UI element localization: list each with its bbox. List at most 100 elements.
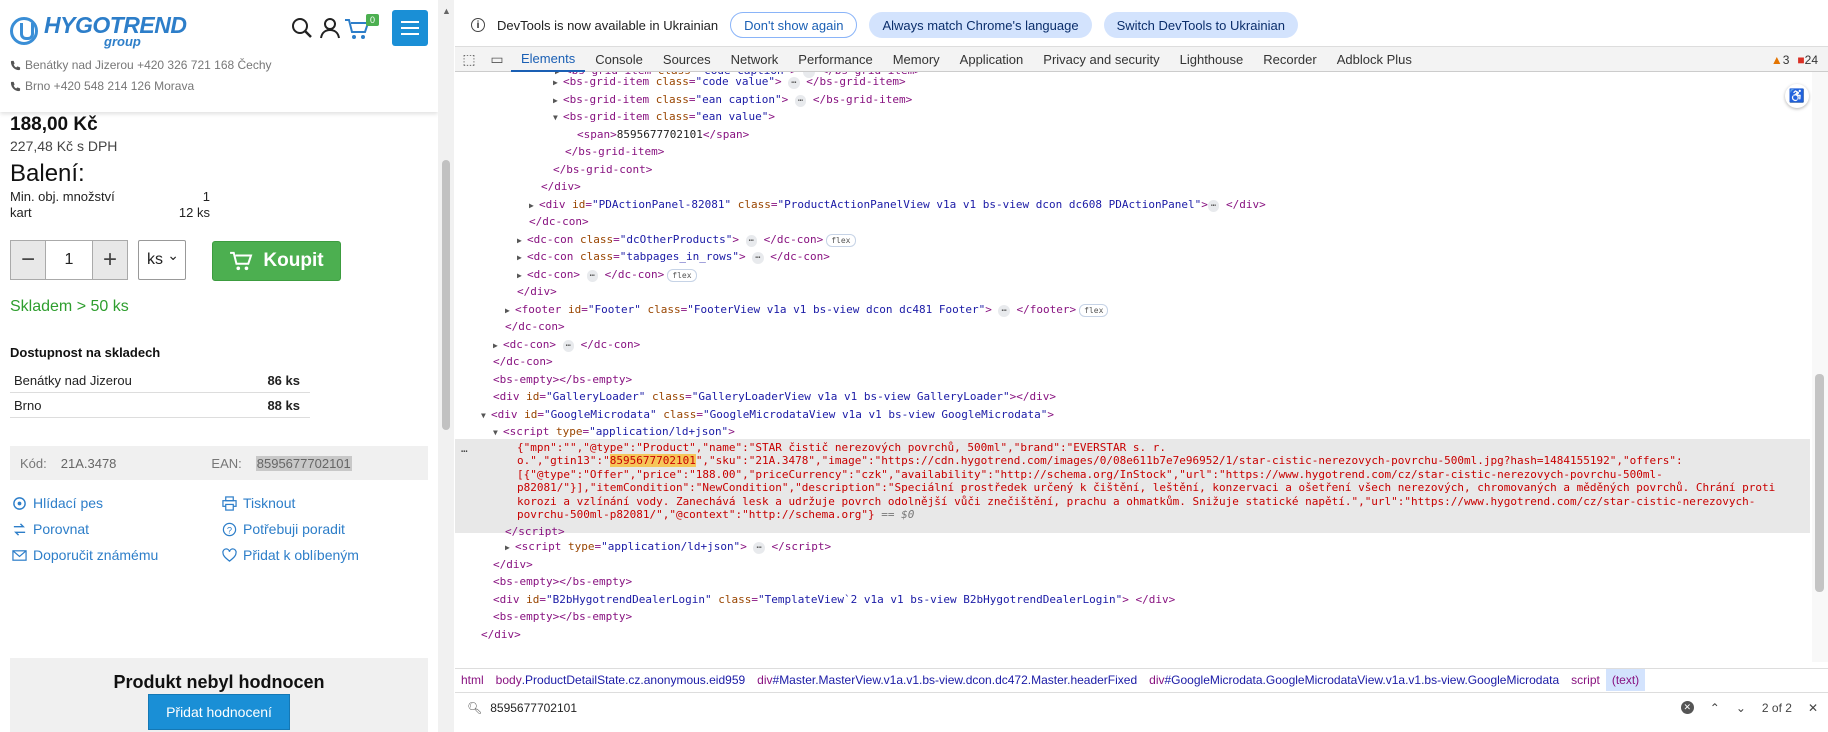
breadcrumb-item[interactable]: div #Master.MasterView.v1a.v1.bs-view.dco… (751, 669, 1143, 691)
advice-link[interactable]: ? Potřebuji poradit (222, 521, 345, 537)
dom-node-row[interactable]: ▶ <footer id="Footer" class="FooterView v… (505, 301, 1109, 320)
dom-node-row[interactable]: </div> (481, 626, 521, 644)
quantity-stepper: − 1 + (10, 240, 128, 280)
dom-node-row[interactable]: <bs-empty></bs-empty> (493, 608, 632, 626)
scroll-up-arrow[interactable]: ▲ (442, 6, 451, 16)
tab-lighthouse[interactable]: Lighthouse (1170, 46, 1254, 72)
availability-title: Dostupnost na skladech (10, 345, 161, 360)
recommend-link[interactable]: Doporučit známému (12, 547, 158, 563)
issue-counters[interactable]: ▲3 ■24 (1771, 47, 1818, 73)
device-toolbar-icon[interactable]: ▭ (483, 46, 511, 72)
dom-node-row[interactable]: ▶ <dc-con> ⋯ </dc-con> (493, 336, 640, 355)
compare-icon (13, 522, 26, 536)
dom-node-row[interactable]: ▶ <dc-con class="tabpages_in_rows"> ⋯ </d… (517, 248, 830, 267)
dom-node-row[interactable]: <bs-empty></bs-empty> (493, 371, 632, 389)
switch-language-button[interactable]: Switch DevTools to Ukrainian (1103, 12, 1298, 38)
qty-plus-button[interactable]: + (93, 241, 127, 279)
tab-performance[interactable]: Performance (788, 46, 882, 72)
dom-node-row[interactable]: ▶ <bs-grid-item class="code value"> ⋯ </b… (553, 73, 906, 92)
watchdog-link[interactable]: Hlídací pes (12, 495, 103, 511)
match-language-button[interactable]: Always match Chrome's language (869, 12, 1092, 38)
tab-sources[interactable]: Sources (653, 46, 721, 72)
link-label: Potřebuji poradit (243, 521, 345, 537)
breadcrumb-item[interactable]: html (455, 669, 490, 691)
dom-node-row[interactable]: </dc-con> (493, 353, 553, 371)
tab-elements[interactable]: Elements (511, 46, 586, 72)
qty-minus-button[interactable]: − (11, 241, 45, 279)
breadcrumb-item[interactable]: body .ProductDetailState.cz.anonymous.eid… (490, 669, 752, 691)
hygotrend-logo[interactable]: HYGOTREND group (10, 14, 187, 48)
dom-node-row[interactable]: </dc-con> (505, 318, 565, 336)
tab-adblock[interactable]: Adblock Plus (1327, 46, 1422, 72)
json-ld-text[interactable]: {"mpn":"","@type":"Product","name":"STAR… (517, 441, 1166, 455)
scrollbar-thumb[interactable] (1815, 374, 1824, 592)
dom-node-row[interactable]: ▼ <div id="GoogleMicrodata" class="Google… (481, 406, 1054, 425)
dom-node-row[interactable]: </bs-grid-cont> (553, 161, 652, 179)
dom-node-row[interactable]: </div> (517, 283, 557, 301)
json-ld-text[interactable]: p82081/"}],"itemCondition":"NewCondition… (517, 481, 1775, 495)
warning-counter[interactable]: ▲3 (1771, 53, 1790, 67)
dom-node-row[interactable]: <span>8595677702101</span> (577, 126, 749, 144)
warning-count: 3 (1782, 53, 1790, 67)
elements-scrollbar[interactable] (1812, 72, 1828, 662)
close-search-icon[interactable]: ✕ (1808, 701, 1818, 715)
json-ld-text[interactable]: povrchu-500ml-p82081/","@context":"http:… (517, 508, 914, 522)
tab-network[interactable]: Network (721, 46, 789, 72)
dom-node-row[interactable]: ▶ <dc-con class="dcOtherProducts"> ⋯ </dc… (517, 231, 856, 250)
search-input[interactable]: 8595677702101 (490, 701, 577, 715)
json-ld-text[interactable]: o.","gtin13":"8595677702101","sku":"21A.… (517, 454, 1683, 468)
dom-node-row[interactable]: ▶ <bs-grid-item class="ean caption"> ⋯ </… (553, 91, 912, 110)
print-link[interactable]: Tisknout (222, 495, 295, 511)
scrollbar-thumb[interactable] (442, 160, 450, 430)
menu-button[interactable] (392, 10, 428, 46)
next-match-icon[interactable]: ⌄ (1736, 701, 1746, 715)
node-actions-ellipsis[interactable]: … (461, 440, 468, 458)
breadcrumb-item-active[interactable]: (text) (1605, 668, 1646, 691)
favorite-link[interactable]: Přidat k oblíbeným (222, 547, 359, 563)
tab-console[interactable]: Console (585, 46, 653, 72)
inspect-element-icon[interactable]: ⬚ (455, 46, 483, 72)
link-label: Doporučit známému (33, 547, 159, 563)
dom-node-row[interactable]: </div> (541, 178, 581, 196)
compare-link[interactable]: Porovnat (12, 521, 89, 537)
dom-node-row[interactable]: </dc-con> (529, 213, 589, 231)
dom-node-row[interactable]: ▶ <div id="PDActionPanel-82081" class="Pr… (529, 196, 1266, 215)
tab-recorder[interactable]: Recorder (1253, 46, 1326, 72)
breadcrumb-item[interactable]: script (1565, 669, 1606, 691)
dont-show-again-button[interactable]: Don't show again (730, 12, 858, 38)
dom-node-row[interactable]: ▼ <bs-grid-item class="ean value"> (553, 108, 775, 127)
dom-node-row[interactable]: ▶ <script type="application/ld+json"> ⋯ <… (505, 538, 831, 557)
dom-node-row[interactable]: ▶ <dc-con> ⋯ </dc-con> flex (517, 266, 697, 285)
error-counter[interactable]: ■24 (1797, 53, 1818, 67)
json-ld-text[interactable]: [{"@type":"Offer","price":"188.00","pric… (517, 468, 1663, 482)
json-ld-text[interactable]: korozi a vzlínání vody. Zanechává lesk a… (517, 495, 1755, 509)
rating-title: Produkt nebyl hodnocen (113, 672, 325, 692)
search-icon[interactable] (290, 16, 314, 40)
unit-select[interactable]: ks (138, 240, 186, 280)
add-rating-button[interactable]: Přidat hodnocení (148, 694, 290, 730)
page-scrollbar[interactable]: ▲ (438, 0, 454, 732)
dom-node-row[interactable]: <div id="GalleryLoader" class="GalleryLo… (493, 388, 1056, 406)
dom-node-row[interactable]: </div> (493, 556, 533, 574)
tab-privacy[interactable]: Privacy and security (1033, 46, 1169, 72)
tab-application[interactable]: Application (950, 46, 1034, 72)
clear-search-icon[interactable]: ✕ (1680, 701, 1694, 714)
warehouse-name: Benátky nad Jizerou (14, 372, 132, 388)
devtools-tabbar: ⬚ ▭ Elements Console Sources Network Per… (455, 46, 1828, 72)
tab-memory[interactable]: Memory (883, 46, 950, 72)
dom-node-row[interactable]: <div id="B2bHygotrendDealerLogin" class=… (493, 591, 1175, 609)
code-value: 21A.3478 (60, 455, 117, 471)
buy-button[interactable]: Koupit (212, 241, 341, 281)
user-icon[interactable] (318, 16, 342, 40)
previous-match-icon[interactable]: ⌃ (1710, 701, 1720, 715)
accessibility-icon[interactable]: ♿ (1785, 84, 1809, 108)
contact-benatky[interactable]: Benátky nad Jizerou +420 326 721 168 Čec… (10, 58, 272, 72)
dom-node-row[interactable]: ▼ <script type="application/ld+json"> (493, 423, 735, 442)
dom-node-row[interactable]: </bs-grid-item> (565, 143, 664, 161)
min-order-value: 1 (202, 189, 210, 204)
contact-brno[interactable]: Brno +420 548 214 126 Morava (10, 79, 194, 93)
breadcrumb-item[interactable]: div #GoogleMicrodata.GoogleMicrodataView.… (1143, 669, 1565, 691)
qty-input[interactable]: 1 (45, 241, 93, 279)
dom-node-row[interactable]: <bs-empty></bs-empty> (493, 573, 632, 591)
code-label: Kód: (20, 455, 47, 471)
